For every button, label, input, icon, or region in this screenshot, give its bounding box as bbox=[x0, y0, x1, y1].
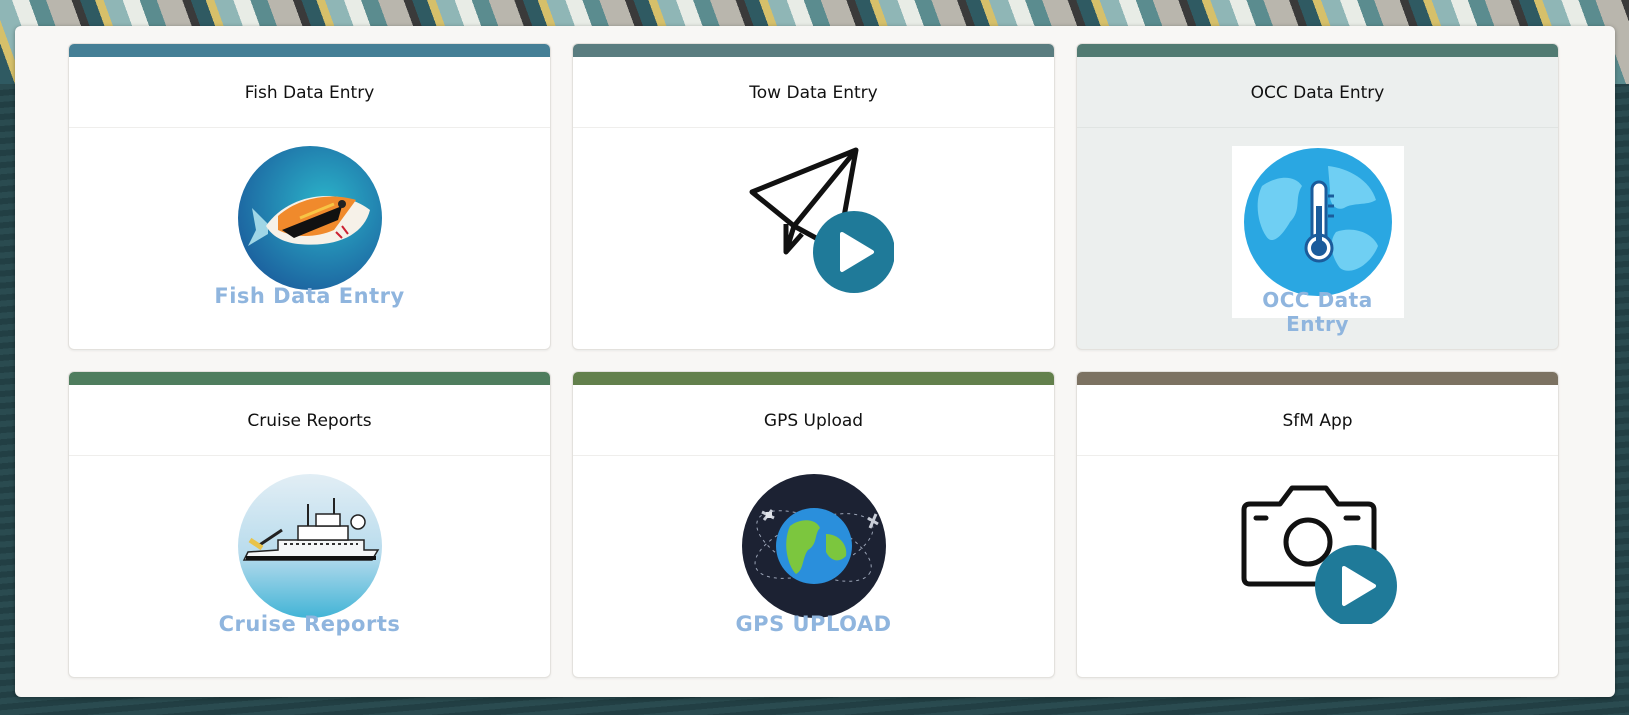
card-occ-data-entry[interactable]: OCC Data Entry OCC Data Entry bbox=[1076, 43, 1559, 350]
card-accent-bar bbox=[573, 372, 1054, 385]
card-accent-bar bbox=[69, 372, 550, 385]
card-accent-bar bbox=[1077, 44, 1558, 57]
app-launcher-panel: Fish Data Entry Fish Data Entry Tow Data… bbox=[15, 26, 1615, 697]
logo-caption: GPS UPLOAD bbox=[735, 612, 892, 636]
logo-caption: OCC Data Entry bbox=[1262, 288, 1373, 336]
card-body: GPS UPLOAD bbox=[573, 456, 1054, 666]
logo-caption: Fish Data Entry bbox=[214, 284, 405, 308]
camera-play-icon bbox=[1241, 485, 1397, 624]
card-title: SfM App bbox=[1077, 385, 1558, 456]
card-accent-bar bbox=[573, 44, 1054, 57]
card-cruise-reports[interactable]: Cruise Reports Cruise Reports bbox=[68, 371, 551, 678]
card-body: OCC Data Entry bbox=[1077, 128, 1558, 338]
triggerfish-icon bbox=[237, 146, 382, 290]
card-body: Cruise Reports bbox=[69, 456, 550, 666]
logo-caption: Cruise Reports bbox=[218, 612, 401, 636]
card-accent-bar bbox=[1077, 372, 1558, 385]
card-body: Fish Data Entry bbox=[69, 128, 550, 338]
card-gps-upload[interactable]: GPS Upload GPS UPLOAD bbox=[572, 371, 1055, 678]
card-title: OCC Data Entry bbox=[1077, 57, 1558, 128]
card-title: Cruise Reports bbox=[69, 385, 550, 456]
research-ship-icon bbox=[237, 474, 382, 618]
occ-logo-tile: OCC Data Entry bbox=[1231, 146, 1404, 336]
card-sfm-app[interactable]: SfM App bbox=[1076, 371, 1559, 678]
card-tow-data-entry[interactable]: Tow Data Entry bbox=[572, 43, 1055, 350]
earth-satellites-icon bbox=[741, 474, 886, 618]
card-accent-bar bbox=[69, 44, 550, 57]
card-title: Tow Data Entry bbox=[573, 57, 1054, 128]
card-title: Fish Data Entry bbox=[69, 57, 550, 128]
card-fish-data-entry[interactable]: Fish Data Entry Fish Data Entry bbox=[68, 43, 551, 350]
card-title: GPS Upload bbox=[573, 385, 1054, 456]
card-body bbox=[573, 128, 1054, 338]
paper-plane-play-icon bbox=[749, 147, 894, 293]
card-body bbox=[1077, 456, 1558, 666]
